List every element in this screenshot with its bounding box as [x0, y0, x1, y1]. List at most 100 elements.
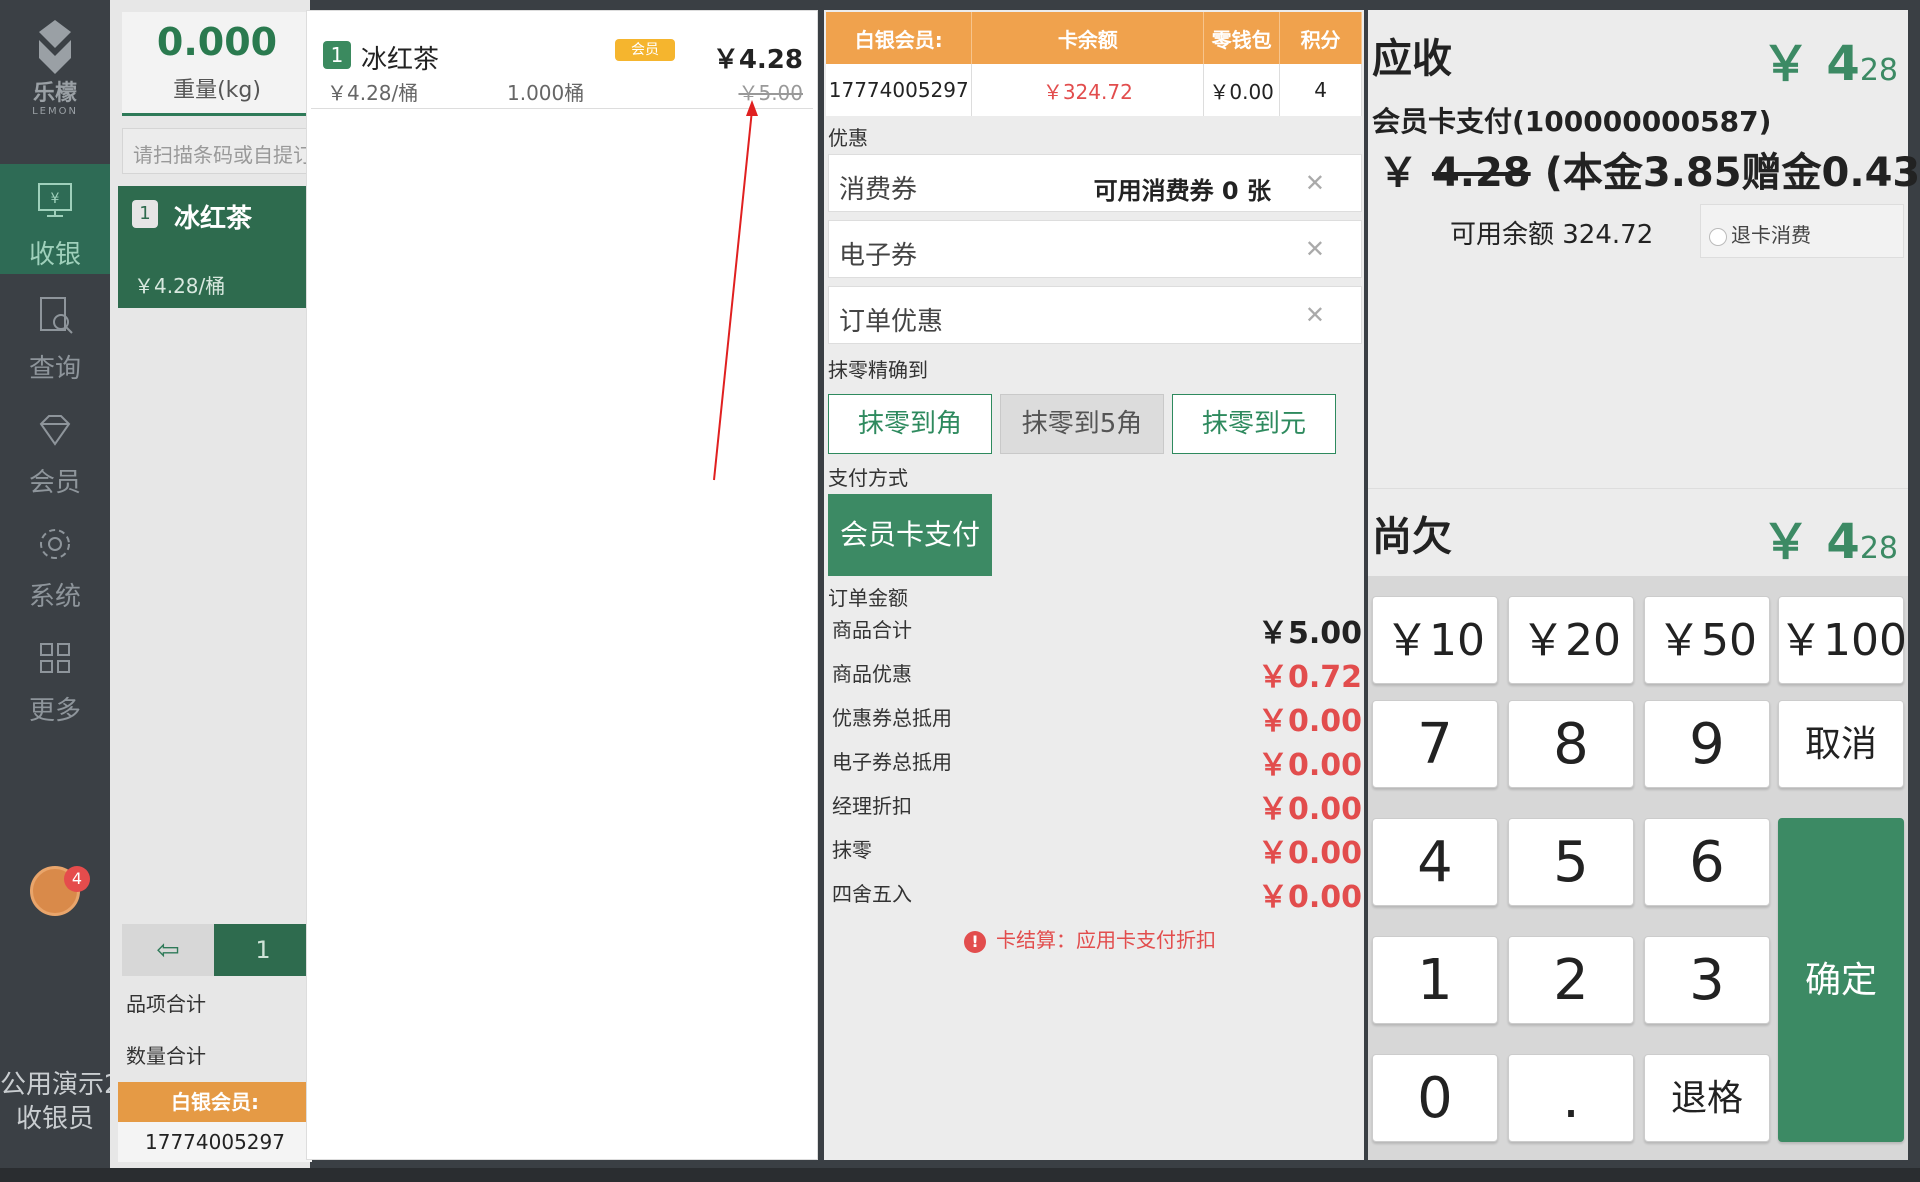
- sidebar: 乐檬 LEMON ¥ 收银 查询 会员 系统 更多 4 公用演示2 收银员: [0, 0, 110, 1182]
- nav-system[interactable]: 系统: [0, 506, 110, 616]
- search-doc-icon: [40, 297, 73, 334]
- sum-label: 商品合计: [832, 618, 912, 642]
- key-8[interactable]: 8: [1508, 700, 1634, 788]
- refund-option[interactable]: 退卡消费: [1700, 204, 1904, 258]
- key-money-50[interactable]: ￥50: [1644, 596, 1770, 684]
- key-2[interactable]: 2: [1508, 936, 1634, 1024]
- owed-integer: 4: [1826, 514, 1860, 570]
- member-phone: 17774005297: [826, 64, 973, 116]
- key-0[interactable]: 0: [1372, 1054, 1498, 1142]
- confirm-button[interactable]: 确定: [1778, 818, 1904, 1142]
- sum-value: ￥0.00: [1257, 704, 1362, 739]
- owed-currency: ￥: [1761, 514, 1810, 570]
- coupon-info: 可用消费券 0 张: [1093, 177, 1271, 205]
- nav-member[interactable]: 会员: [0, 392, 110, 502]
- gear-icon: [40, 529, 70, 559]
- close-icon[interactable]: ✕: [1305, 235, 1325, 263]
- cashier-icon: ¥: [38, 183, 72, 217]
- coupon-row[interactable]: 消费券 可用消费券 0 张 ✕: [828, 154, 1362, 212]
- cart-row-index: 1: [323, 41, 351, 69]
- available-balance: 可用余额 324.72: [1450, 220, 1654, 250]
- product-tile-price: ￥4.28/桶: [134, 274, 226, 298]
- key-7[interactable]: 7: [1372, 700, 1498, 788]
- cart-list: 1 冰红茶 会员 ￥4.28 ￥4.28/桶 1.000桶 ￥5.00: [306, 10, 818, 1160]
- cart-row-quantity: 1.000桶: [507, 81, 585, 105]
- key-4[interactable]: 4: [1372, 818, 1498, 906]
- payment-right-panel: 应收 ￥ 428 会员卡支付(100000000587) ￥ 4.28 (本金3…: [1368, 10, 1920, 1160]
- sidebar-user-info: 公用演示2 收银员: [0, 1068, 110, 1136]
- keypad: ￥10 ￥20 ￥50 ￥100 7 8 9 取消 4 5 6 1 2 3 0 …: [1368, 576, 1908, 1160]
- notice-text: 卡结算：应用卡支付折扣: [996, 928, 1216, 952]
- card-balance-header: 卡余额: [971, 12, 1205, 64]
- key-3[interactable]: 3: [1644, 936, 1770, 1024]
- lemon-logo-icon: [39, 20, 71, 74]
- product-tile-index: 1: [132, 200, 158, 228]
- sum-row-manager-discount: 经理折扣 ￥0.00: [832, 784, 1362, 827]
- due-integer: 4: [1826, 36, 1860, 92]
- key-6[interactable]: 6: [1644, 818, 1770, 906]
- key-money-10[interactable]: ￥10: [1372, 596, 1498, 684]
- payment-section-label: 支付方式: [828, 466, 908, 490]
- sum-label: 电子券总抵用: [832, 750, 952, 774]
- due-decimal: 28: [1859, 53, 1898, 88]
- bg-member-phone: 17774005297: [118, 1122, 312, 1162]
- rounding-section-label: 抹零精确到: [828, 358, 928, 382]
- weight-unit: 重量(kg): [173, 78, 261, 103]
- store-name: 公用演示2: [0, 1070, 110, 1100]
- cart-row[interactable]: 1 冰红茶 会员 ￥4.28 ￥4.28/桶 1.000桶 ￥5.00: [311, 17, 813, 109]
- owed-amount: ￥ 428: [1762, 502, 1898, 572]
- wallet-balance: ￥0.00: [1203, 64, 1281, 116]
- sum-row-goods-discount: 商品优惠 ￥0.72: [832, 652, 1362, 695]
- card-pay-amount: ￥ 4.28 (本金3.85赠金0.43): [1378, 140, 1920, 198]
- round-to-5jiao-button[interactable]: 抹零到5角: [1000, 394, 1164, 454]
- divider: [1368, 488, 1908, 489]
- refund-radio[interactable]: [1709, 227, 1727, 246]
- back-arrow-icon[interactable]: ⇦: [122, 924, 214, 976]
- member-card-pay-button[interactable]: 会员卡支付: [828, 494, 992, 576]
- key-money-20[interactable]: ￥20: [1508, 596, 1634, 684]
- close-icon[interactable]: ✕: [1305, 301, 1325, 329]
- order-discount-row[interactable]: 订单优惠 ✕: [828, 286, 1362, 344]
- app-logo: 乐檬 LEMON: [22, 18, 88, 122]
- card-pay-label: 会员卡支付(100000000587): [1372, 105, 1772, 138]
- round-to-jiao-button[interactable]: 抹零到角: [828, 394, 992, 454]
- due-currency: ￥: [1761, 36, 1810, 92]
- key-9[interactable]: 9: [1644, 700, 1770, 788]
- key-5[interactable]: 5: [1508, 818, 1634, 906]
- round-to-yuan-button[interactable]: 抹零到元: [1172, 394, 1336, 454]
- member-level-header: 白银会员:: [826, 12, 973, 64]
- backspace-button[interactable]: 退格: [1644, 1054, 1770, 1142]
- key-dot[interactable]: .: [1508, 1054, 1634, 1142]
- order-amount-label: 订单金额: [828, 586, 908, 610]
- nav-query-label: 查询: [28, 354, 81, 384]
- alert-icon: !: [964, 931, 986, 953]
- coupon-label: 消费券: [839, 175, 918, 205]
- member-info-table: 白银会员: 卡余额 零钱包 积分 17774005297 ￥324.72 ￥0.…: [826, 12, 1362, 116]
- sum-value: ￥5.00: [1257, 616, 1362, 651]
- sum-label: 经理折扣: [832, 794, 912, 818]
- nav-cashier[interactable]: ¥ 收银: [0, 164, 110, 274]
- cancel-button[interactable]: 取消: [1778, 700, 1904, 788]
- ecoupon-row[interactable]: 电子券 ✕: [828, 220, 1362, 278]
- sum-row-ecoupon-total: 电子券总抵用 ￥0.00: [832, 740, 1362, 783]
- page-number[interactable]: 1: [214, 924, 312, 976]
- card-amount: 4.28: [1431, 150, 1531, 196]
- bg-member-header: 白银会员:: [118, 1082, 312, 1122]
- close-icon[interactable]: ✕: [1305, 169, 1325, 197]
- user-role: 收银员: [15, 1104, 94, 1134]
- card-settle-notice: ! 卡结算：应用卡支付折扣: [964, 924, 1216, 953]
- order-discount-label: 订单优惠: [839, 307, 944, 337]
- vip-badge: 会员: [615, 39, 675, 61]
- nav-more[interactable]: 更多: [0, 620, 110, 730]
- logo-text-en: LEMON: [32, 106, 78, 117]
- key-1[interactable]: 1: [1372, 936, 1498, 1024]
- sum-label: 优惠券总抵用: [832, 706, 952, 730]
- sum-value: ￥0.00: [1257, 748, 1362, 783]
- nav-query[interactable]: 查询: [0, 278, 110, 388]
- key-money-100[interactable]: ￥100: [1778, 596, 1907, 684]
- sum-row-goods-total: 商品合计 ￥5.00: [832, 608, 1362, 651]
- barcode-input[interactable]: 请扫描条码或自提订: [122, 128, 312, 174]
- product-tile[interactable]: 1 冰红茶 ￥4.28/桶: [118, 186, 312, 308]
- due-amount: ￥ 428: [1762, 24, 1898, 94]
- cart-row-unit-price: ￥4.28/桶: [327, 81, 419, 105]
